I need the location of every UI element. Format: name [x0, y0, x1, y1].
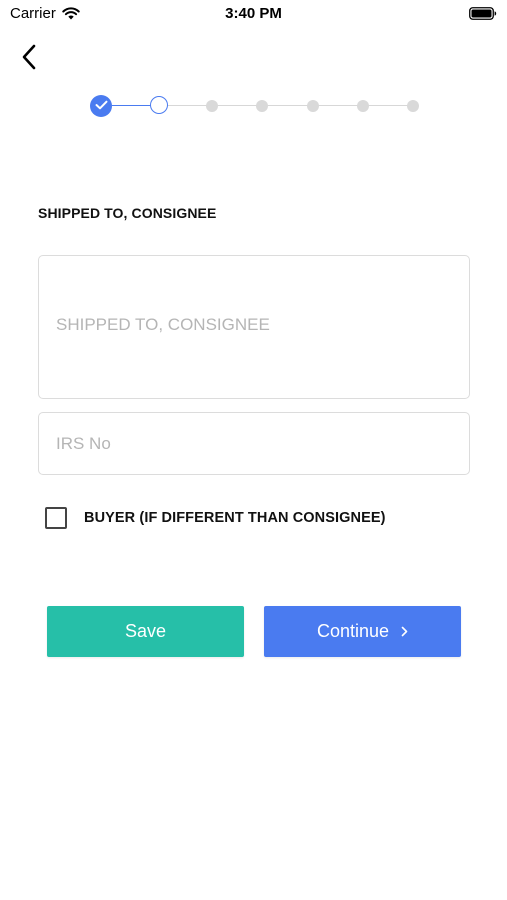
chevron-left-icon [21, 44, 37, 75]
battery-icon [469, 7, 497, 25]
step-pending [357, 100, 369, 112]
stepper-line-complete [112, 105, 152, 106]
consignee-field[interactable] [38, 255, 470, 399]
step-current [150, 96, 168, 114]
step-pending [256, 100, 268, 112]
continue-button[interactable]: Continue [264, 606, 461, 657]
step-pending [206, 100, 218, 112]
buyer-checkbox-row[interactable]: BUYER (IF DIFFERENT THAN CONSIGNEE) [45, 507, 386, 529]
stepper-line-pending [166, 105, 416, 106]
step-completed [90, 95, 112, 117]
check-icon [95, 97, 108, 115]
consignee-input[interactable] [39, 256, 469, 398]
save-button[interactable]: Save [47, 606, 244, 657]
back-button[interactable] [14, 44, 44, 74]
progress-stepper [90, 95, 420, 117]
step-pending [407, 100, 419, 112]
step-pending [307, 100, 319, 112]
status-bar: Carrier 3:40 PM [0, 0, 507, 28]
irs-field[interactable] [38, 412, 470, 475]
continue-button-label: Continue [316, 621, 390, 641]
buyer-checkbox-label: BUYER (IF DIFFERENT THAN CONSIGNEE) [84, 510, 386, 526]
irs-number-input[interactable] [39, 413, 469, 474]
buyer-checkbox[interactable] [45, 507, 67, 529]
save-button-label: Save [124, 621, 167, 641]
chevron-right-icon [401, 626, 408, 637]
section-title: SHIPPED TO, CONSIGNEE [38, 205, 217, 221]
status-time: 3:40 PM [225, 5, 282, 22]
